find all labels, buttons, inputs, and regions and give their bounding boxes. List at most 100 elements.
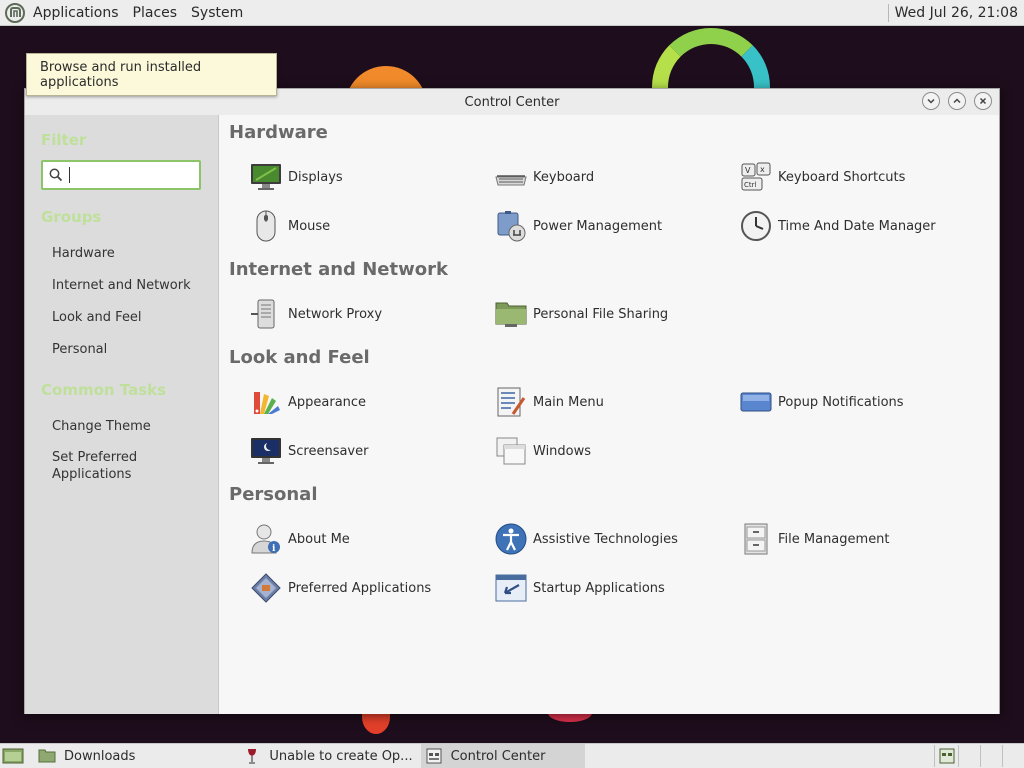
mouse-icon xyxy=(249,209,283,243)
item-windows[interactable]: Windows xyxy=(494,433,591,469)
display-icon xyxy=(249,160,283,194)
network-proxy-icon xyxy=(249,297,283,331)
screensaver-icon xyxy=(249,434,283,468)
item-label: Startup Applications xyxy=(533,580,665,596)
workspace-switcher-3[interactable] xyxy=(980,745,1002,767)
taskbar-item-label: Unable to create Op... xyxy=(269,748,413,764)
preferred-apps-icon xyxy=(249,571,283,605)
groups-heading: Groups xyxy=(41,208,102,226)
item-label: Preferred Applications xyxy=(288,580,432,596)
item-label: Time And Date Manager xyxy=(778,218,936,234)
top-panel: Applications Places System Wed Jul 26, 2… xyxy=(0,0,1024,26)
item-screensaver[interactable]: Screensaver xyxy=(249,433,368,469)
tooltip-text: Browse and run installed applications xyxy=(40,59,202,90)
task-set-preferred-applications[interactable]: Set Preferred Applications xyxy=(52,449,162,483)
power-management-icon xyxy=(494,209,528,243)
sidebar-item-internet-and-network[interactable]: Internet and Network xyxy=(52,277,191,294)
window-title: Control Center xyxy=(464,94,560,110)
tooltip: Browse and run installed applications xyxy=(26,53,277,96)
item-label: Main Menu xyxy=(533,394,604,410)
wine-glass-icon xyxy=(248,749,257,764)
mate-logo-icon[interactable] xyxy=(5,2,25,23)
svg-text:i: i xyxy=(272,544,276,554)
section-title-hardware: Hardware xyxy=(229,122,328,143)
item-label: Power Management xyxy=(533,218,663,234)
item-about-me[interactable]: i About Me xyxy=(249,521,350,557)
clock-icon xyxy=(739,209,773,243)
menu-applications[interactable]: Applications xyxy=(31,5,121,21)
item-label: Keyboard Shortcuts xyxy=(778,169,906,185)
item-appearance[interactable]: Appearance xyxy=(249,384,366,420)
filter-heading: Filter xyxy=(41,131,87,149)
notification-icon xyxy=(739,385,773,419)
menu-system[interactable]: System xyxy=(189,5,245,21)
show-desktop-icon[interactable] xyxy=(2,747,24,765)
clock[interactable]: Wed Jul 26, 21:08 xyxy=(895,5,1018,21)
close-button[interactable] xyxy=(974,92,992,110)
workspace-switcher-2[interactable] xyxy=(958,745,980,767)
item-popup-notifications[interactable]: Popup Notifications xyxy=(739,384,904,420)
item-time-and-date-manager[interactable]: Time And Date Manager xyxy=(739,208,936,244)
item-label: Network Proxy xyxy=(288,306,383,322)
item-network-proxy[interactable]: Network Proxy xyxy=(249,296,382,332)
item-label: Windows xyxy=(533,443,592,459)
maximize-button[interactable] xyxy=(948,92,966,110)
file-cabinet-icon xyxy=(739,522,773,556)
item-mouse[interactable]: Mouse xyxy=(249,208,330,244)
sidebar-item-hardware[interactable]: Hardware xyxy=(52,245,115,262)
chevron-down-icon xyxy=(927,98,935,104)
sidebar-item-look-and-feel[interactable]: Look and Feel xyxy=(52,309,142,326)
windows-icon xyxy=(494,434,528,468)
keyboard-icon xyxy=(494,160,528,194)
taskbar-item-label: Downloads xyxy=(64,748,136,764)
bottom-panel: Downloads Unable to create Op... Control… xyxy=(0,743,1024,768)
chevron-up-icon xyxy=(953,98,961,104)
item-label: Screensaver xyxy=(288,443,369,459)
item-power-management[interactable]: Power Management xyxy=(494,208,662,244)
item-keyboard-shortcuts[interactable]: Vx Ctrl Keyboard Shortcuts xyxy=(739,159,905,195)
search-icon xyxy=(49,168,63,182)
item-label: Appearance xyxy=(288,394,367,410)
appearance-icon xyxy=(249,385,283,419)
taskbar-item-error-dialog[interactable]: Unable to create Op... xyxy=(239,744,416,768)
minimize-button[interactable] xyxy=(922,92,940,110)
item-label: About Me xyxy=(288,531,350,547)
search-input[interactable] xyxy=(41,160,201,190)
section-title-personal: Personal xyxy=(229,484,318,505)
item-file-management[interactable]: File Management xyxy=(739,521,890,557)
item-startup-applications[interactable]: Startup Applications xyxy=(494,570,665,606)
folder-icon xyxy=(38,749,56,763)
section-title-look-and-feel: Look and Feel xyxy=(229,347,370,368)
item-label: Assistive Technologies xyxy=(533,531,678,547)
svg-text:Ctrl: Ctrl xyxy=(744,181,757,189)
item-main-menu[interactable]: Main Menu xyxy=(494,384,604,420)
item-preferred-applications[interactable]: Preferred Applications xyxy=(249,570,431,606)
svg-text:V: V xyxy=(745,166,751,175)
about-me-icon: i xyxy=(249,522,283,556)
item-personal-file-sharing[interactable]: Personal File Sharing xyxy=(494,296,668,332)
control-center-icon xyxy=(426,748,442,764)
main-menu-icon xyxy=(494,385,528,419)
item-assistive-technologies[interactable]: Assistive Technologies xyxy=(494,521,678,557)
keyboard-shortcuts-icon: Vx Ctrl xyxy=(739,160,773,194)
sidebar: Filter Groups Hardware Internet and Netw… xyxy=(25,115,218,714)
item-label: Mouse xyxy=(288,218,331,234)
item-label: Personal File Sharing xyxy=(533,306,669,322)
common-tasks-heading: Common Tasks xyxy=(41,381,167,399)
accessibility-icon xyxy=(494,522,528,556)
workspace-switcher-1[interactable] xyxy=(934,745,958,767)
close-icon xyxy=(979,97,987,105)
item-keyboard[interactable]: Keyboard xyxy=(494,159,594,195)
section-title-internet-and-network: Internet and Network xyxy=(229,259,448,280)
menu-places[interactable]: Places xyxy=(131,5,180,21)
item-label: Popup Notifications xyxy=(778,394,904,410)
taskbar-item-downloads[interactable]: Downloads xyxy=(34,744,139,768)
svg-text:x: x xyxy=(760,165,765,174)
task-change-theme[interactable]: Change Theme xyxy=(52,418,151,435)
workspace-switcher-4[interactable] xyxy=(1002,745,1024,767)
item-displays[interactable]: Displays xyxy=(249,159,343,195)
sidebar-item-personal[interactable]: Personal xyxy=(52,341,107,358)
item-label: Displays xyxy=(288,169,343,185)
panel-separator xyxy=(887,3,889,22)
taskbar-item-control-center[interactable]: Control Center xyxy=(420,743,585,768)
